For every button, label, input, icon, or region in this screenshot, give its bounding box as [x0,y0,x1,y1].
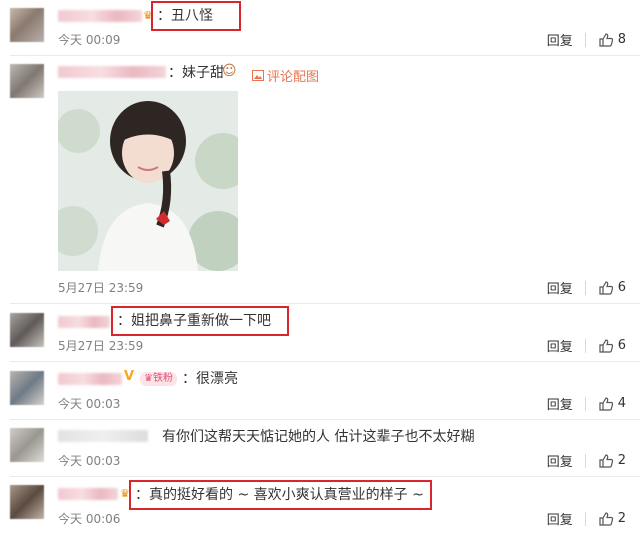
crown-icon: ♛ [144,373,153,384]
comment-image-link[interactable]: 评论配图 [252,66,319,85]
thumbs-up-icon [599,280,613,295]
username[interactable] [58,373,122,385]
reply-button[interactable]: 回复 [547,278,573,297]
action-divider [584,280,586,295]
like-button[interactable]: 2 [598,453,626,469]
fan-badge: ♛铁粉 [140,372,177,386]
divider [10,361,640,362]
like-count: 4 [617,396,626,411]
like-count: 6 [617,338,626,353]
reply-button[interactable]: 回复 [547,451,573,470]
action-divider [584,32,586,47]
crown-icon: ♛ [143,9,153,22]
comment-text: ：很漂亮 [182,371,238,387]
crown-icon: ♛ [120,487,130,500]
thumbs-up-icon [599,511,613,526]
username[interactable] [58,488,118,500]
like-button[interactable]: 6 [598,280,626,296]
like-button[interactable]: 6 [598,338,626,354]
comment-text: ：真的挺好看的 ~ 喜欢小爽认真营业的样子 ~ [129,480,432,510]
action-divider [584,511,586,526]
timestamp: 今天 00:09 [58,33,121,47]
avatar[interactable] [10,64,44,98]
image-icon [252,70,264,81]
like-button[interactable]: 2 [598,511,626,527]
avatar[interactable] [10,8,44,42]
reply-button[interactable]: 回复 [547,30,573,49]
username[interactable] [58,10,142,22]
fan-badge-label: 铁粉 [152,373,173,384]
username[interactable] [58,66,166,78]
thumbs-up-icon [599,453,613,468]
comment-text: 有你们这帮天天惦记她的人 估计这辈子也不太好糊 [162,429,475,445]
like-count: 2 [617,511,626,526]
like-button[interactable]: 8 [598,32,626,48]
username[interactable] [58,430,148,442]
comment-photo[interactable] [58,91,238,271]
comment-text: ：丑八怪 [151,1,241,31]
action-divider [584,453,586,468]
comment-actions: 回复 6 [547,336,626,355]
action-divider [584,396,586,411]
username[interactable] [58,316,110,328]
comment-actions: 回复 6 [547,278,626,297]
comment-actions: 回复 8 [547,30,626,49]
comment-text: ：妹子甜 [168,65,224,81]
reply-button[interactable]: 回复 [547,394,573,413]
divider [10,419,640,420]
portrait-image [58,91,238,271]
avatar[interactable] [10,371,44,405]
avatar[interactable] [10,313,44,347]
thumbs-up-icon [599,32,613,47]
image-link-label: 评论配图 [267,70,320,85]
verified-v-icon: V [124,369,135,384]
avatar[interactable] [10,428,44,462]
thumbs-up-icon [599,396,613,411]
divider [10,55,640,56]
comment-actions: 回复 4 [547,394,626,413]
divider [10,303,640,304]
reply-button[interactable]: 回复 [547,509,573,528]
timestamp: 5月27日 23:59 [58,339,144,353]
like-count: 8 [617,32,626,47]
timestamp: 今天 00:06 [58,512,121,526]
timestamp: 今天 00:03 [58,397,121,411]
timestamp: 今天 00:03 [58,454,121,468]
emoji-icon: ☺ [222,63,237,79]
reply-button[interactable]: 回复 [547,336,573,355]
like-button[interactable]: 4 [598,396,626,412]
action-divider [584,338,586,353]
like-count: 2 [617,453,626,468]
timestamp: 5月27日 23:59 [58,281,144,295]
thumbs-up-icon [599,338,613,353]
comment-actions: 回复 2 [547,509,626,528]
comment-actions: 回复 2 [547,451,626,470]
avatar[interactable] [10,485,44,519]
like-count: 6 [617,280,626,295]
comment-text: ：姐把鼻子重新做一下吧 [111,306,289,336]
divider [10,476,640,477]
